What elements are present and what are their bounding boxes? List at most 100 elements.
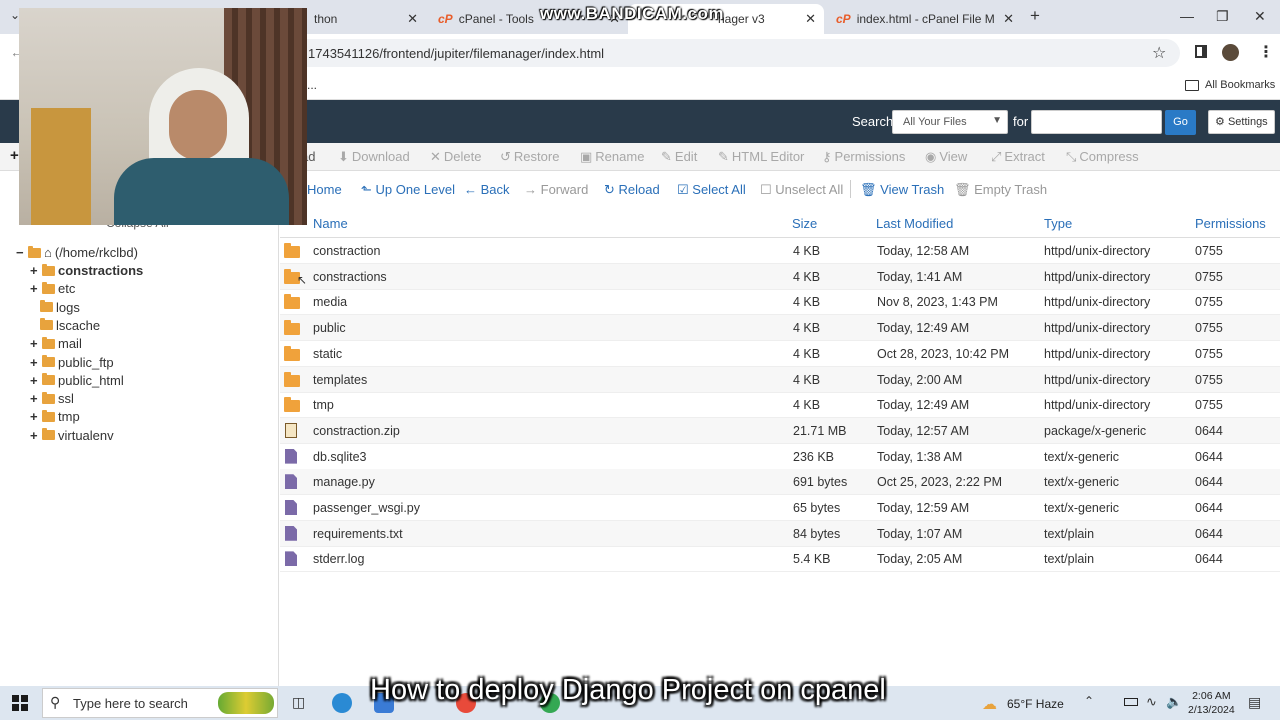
collapse-toggle-icon[interactable]: − [16,245,26,260]
expand-toggle-icon[interactable]: + [30,281,40,296]
edit-button[interactable]: ✎ Edit [661,149,697,165]
notification-icon[interactable]: ▤ [1248,694,1261,711]
folder-icon [42,336,55,349]
reload-button[interactable]: ↻ Reload [604,182,660,198]
cell-name[interactable]: passenger_wsgi.py [313,501,420,515]
expand-toggle-icon[interactable]: + [30,391,40,406]
close-icon[interactable]: ✕ [805,11,816,27]
tree-item[interactable]: + virtualenv [30,428,114,443]
chevron-up-icon[interactable]: ⌃ [1084,694,1094,708]
back-button[interactable]: ← Back [464,182,510,197]
edge-icon[interactable] [332,693,352,713]
unselect-all-button[interactable]: ☐ Unselect All [760,182,843,198]
search-scope-select[interactable]: All Your Files ▼ [892,110,1008,134]
tree-root[interactable]: − ⌂ (/home/rkclbd) [16,245,138,260]
clock-time: 2:06 AM [1192,690,1231,702]
video-subtitle: How to deploy Django Project on cpanel [370,674,886,706]
window-close-icon[interactable]: ✕ [1254,8,1266,25]
expand-toggle-icon[interactable]: + [30,428,40,443]
column-header-name[interactable]: Name [313,216,348,231]
cell-perms: 0755 [1195,346,1223,361]
table-row[interactable] [280,495,1280,521]
task-view-icon[interactable]: ◫ [292,694,305,711]
tree-item[interactable]: logs [40,300,80,315]
column-header-type[interactable]: Type [1044,216,1072,231]
go-button[interactable]: Go [1165,110,1196,135]
cell-modified: Today, 12:58 AM [877,244,970,258]
side-panel-icon[interactable] [1195,45,1207,58]
expand-toggle-icon[interactable]: + [30,355,40,370]
compress-button[interactable]: ⤡ Compress [1066,149,1139,165]
more-menu-icon[interactable]: ⋮ [1258,42,1274,62]
star-icon[interactable]: ☆ [1152,43,1166,63]
cell-name[interactable]: templates [313,373,367,387]
column-header-size[interactable]: Size [792,216,817,231]
permissions-button[interactable]: ⚷ Permissions [822,149,905,165]
tree-item[interactable]: + constractions [30,263,143,278]
restore-button[interactable]: ↺ Restore [500,149,559,165]
cell-name[interactable]: stderr.log [313,552,364,566]
search-input[interactable] [1031,110,1162,134]
view-trash-button[interactable]: 🗑 View Trash [860,182,944,198]
forward-button[interactable]: → Forward [524,182,588,197]
plus-icon[interactable]: + [10,147,19,164]
avatar[interactable] [1222,44,1239,61]
up-one-level-button[interactable]: ⬑ Up One Level [361,182,455,198]
expand-toggle-icon[interactable]: + [30,409,40,424]
cell-size: 65 bytes [793,501,841,515]
extract-button[interactable]: ⤢ Extract [991,149,1045,165]
cell-name[interactable]: media [313,295,347,309]
tree-item[interactable]: + etc [30,281,75,296]
rename-button[interactable]: ▣ Rename [580,149,644,165]
home-link[interactable]: Home [307,182,342,197]
table-row[interactable] [280,444,1280,470]
up-one-level-label: Up One Level [375,182,456,197]
empty-trash-button[interactable]: 🗑 Empty Trash [954,182,1047,198]
system-clock[interactable]: 2:06 AM 2/13/2024 [1188,689,1235,717]
tree-item[interactable]: + mail [30,336,82,351]
cell-name[interactable]: requirements.txt [313,527,403,541]
cell-name[interactable]: manage.py [313,475,375,489]
close-icon[interactable]: ✕ [407,11,418,27]
minimize-icon[interactable]: — [1180,8,1194,24]
download-button[interactable]: ⬇ Download [338,149,410,165]
zip-file-icon [285,422,297,438]
column-header-modified[interactable]: Last Modified [876,216,953,231]
expand-toggle-icon[interactable]: + [30,263,40,278]
expand-toggle-icon[interactable]: + [30,373,40,388]
compress-label: Compress [1079,149,1139,164]
volume-icon[interactable]: 🔈 [1166,694,1182,710]
html-editor-button[interactable]: ✎ HTML Editor [718,149,804,165]
tree-item[interactable]: + public_html [30,373,124,388]
close-icon[interactable]: ✕ [1003,11,1014,27]
view-button[interactable]: ◉ View [925,149,967,165]
browser-tab-4[interactable]: cP index.html - cPanel File Manag ✕ [826,4,1022,34]
expand-toggle-icon[interactable]: + [30,336,40,351]
windows-start-icon[interactable] [12,695,28,711]
tree-item[interactable]: + ssl [30,391,74,406]
all-bookmarks-link[interactable]: All Bookmarks [1205,79,1275,91]
cell-name[interactable]: tmp [313,398,334,412]
tree-item[interactable]: + tmp [30,409,80,424]
cell-name[interactable]: constraction.zip [313,424,400,438]
browser-tab-1[interactable]: thon ✕ [296,4,426,34]
select-all-button[interactable]: ☑ Select All [677,182,746,198]
cell-name[interactable]: static [313,347,342,361]
table-row[interactable] [280,546,1280,573]
bookmark-ellipsis[interactable]: ... [307,78,317,92]
tree-item[interactable]: + public_ftp [30,355,114,370]
cell-name[interactable]: db.sqlite3 [313,450,367,464]
column-header-permissions[interactable]: Permissions [1195,216,1266,231]
table-row[interactable] [280,469,1280,496]
maximize-icon[interactable]: ❐ [1216,8,1229,25]
html-editor-icon: ✎ [718,149,729,164]
table-row[interactable] [280,520,1280,547]
url-text: 1743541126/frontend/jupiter/filemanager/… [308,46,605,61]
delete-button[interactable]: ✕ Delete [430,149,481,165]
cell-name[interactable]: constractions [313,270,387,284]
cell-name[interactable]: constraction [313,244,380,258]
tree-item[interactable]: lscache [40,318,100,333]
settings-button[interactable]: ⚙ Settings [1208,110,1275,134]
cell-name[interactable]: public [313,321,346,335]
new-tab-button[interactable]: + [1030,6,1040,26]
